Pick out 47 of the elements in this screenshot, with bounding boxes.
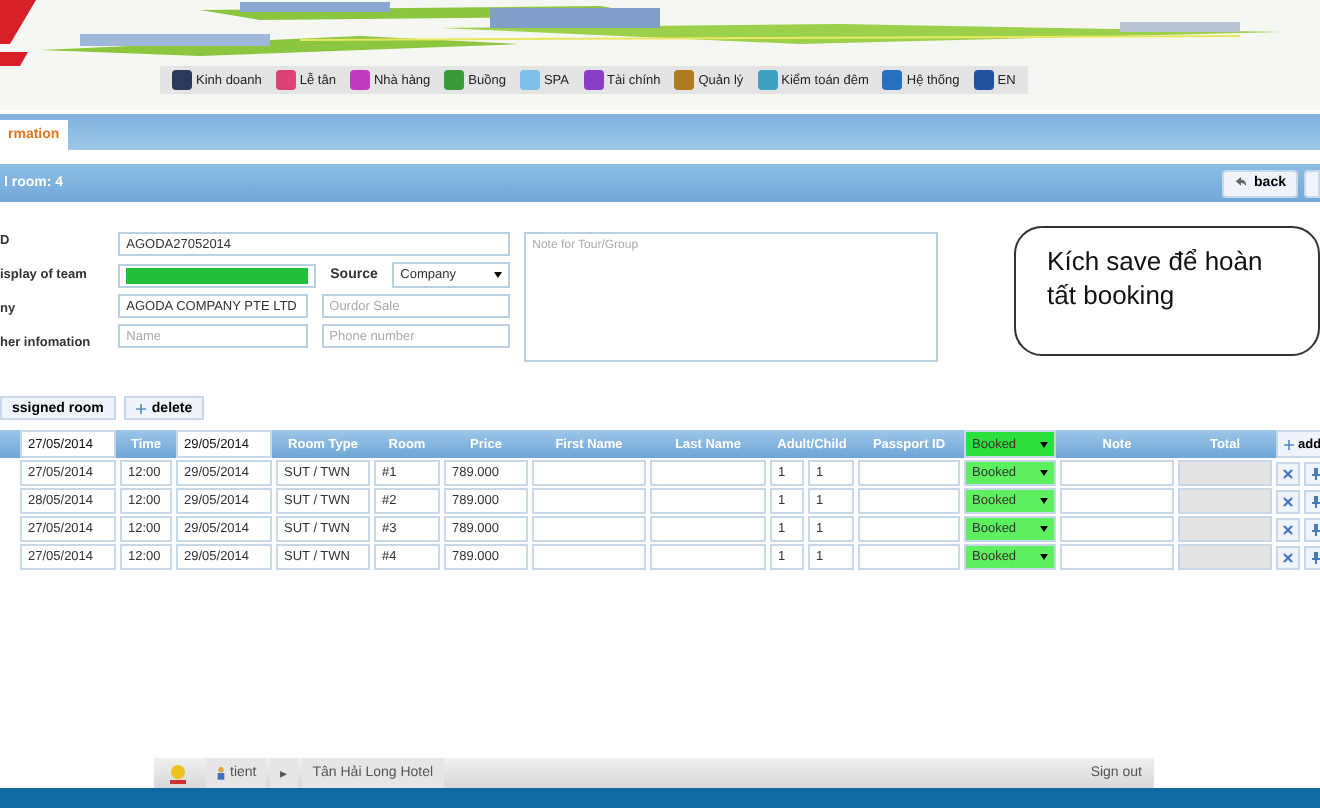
pin-icon	[1310, 551, 1320, 563]
last-name-field[interactable]	[650, 544, 766, 570]
close-icon	[1282, 467, 1294, 479]
team-color-field[interactable]	[118, 263, 317, 287]
first-name-field[interactable]	[532, 516, 646, 542]
passport-field[interactable]	[858, 544, 960, 570]
first-name-field[interactable]	[532, 488, 646, 514]
close-icon	[1282, 523, 1294, 535]
hotel-logo-icon	[166, 761, 190, 785]
caret-icon	[1040, 526, 1048, 532]
note-field[interactable]	[1060, 488, 1174, 514]
first-name-field[interactable]	[532, 460, 646, 486]
user-icon	[216, 766, 226, 780]
first-name-field[interactable]	[532, 544, 646, 570]
close-icon	[1282, 551, 1294, 563]
passport-field[interactable]	[858, 460, 960, 486]
total-field	[1178, 488, 1272, 514]
toolbar-button[interactable]	[1304, 169, 1320, 197]
caret-icon	[1040, 470, 1048, 476]
caret-icon	[494, 272, 503, 278]
plus-icon	[135, 403, 146, 413]
caret-icon	[1040, 441, 1048, 447]
pin-icon	[1310, 523, 1320, 535]
note-field[interactable]	[1060, 460, 1174, 486]
remove-button[interactable]	[1276, 461, 1300, 485]
pin-icon	[1310, 467, 1320, 479]
callout-text: tất booking	[1047, 278, 1175, 312]
pin-icon	[1310, 495, 1320, 507]
remove-button[interactable]	[1276, 517, 1300, 541]
callout-text: Kích save để hoàn	[1047, 244, 1263, 278]
note-field[interactable]	[1060, 516, 1174, 542]
remove-button[interactable]	[1276, 545, 1300, 569]
back-arrow-icon	[1234, 176, 1249, 190]
note-field[interactable]	[1060, 544, 1174, 570]
plus-icon	[1284, 439, 1294, 449]
total-field	[1178, 460, 1272, 486]
last-name-field[interactable]	[650, 516, 766, 542]
close-icon	[1282, 495, 1294, 507]
passport-field[interactable]	[858, 488, 960, 514]
remove-button[interactable]	[1276, 489, 1300, 513]
passport-field[interactable]	[858, 516, 960, 542]
caret-icon	[1040, 554, 1048, 560]
caret-icon	[1040, 498, 1048, 504]
total-field	[1178, 544, 1272, 570]
last-name-field[interactable]	[650, 488, 766, 514]
last-name-field[interactable]	[650, 460, 766, 486]
total-field	[1178, 516, 1272, 542]
